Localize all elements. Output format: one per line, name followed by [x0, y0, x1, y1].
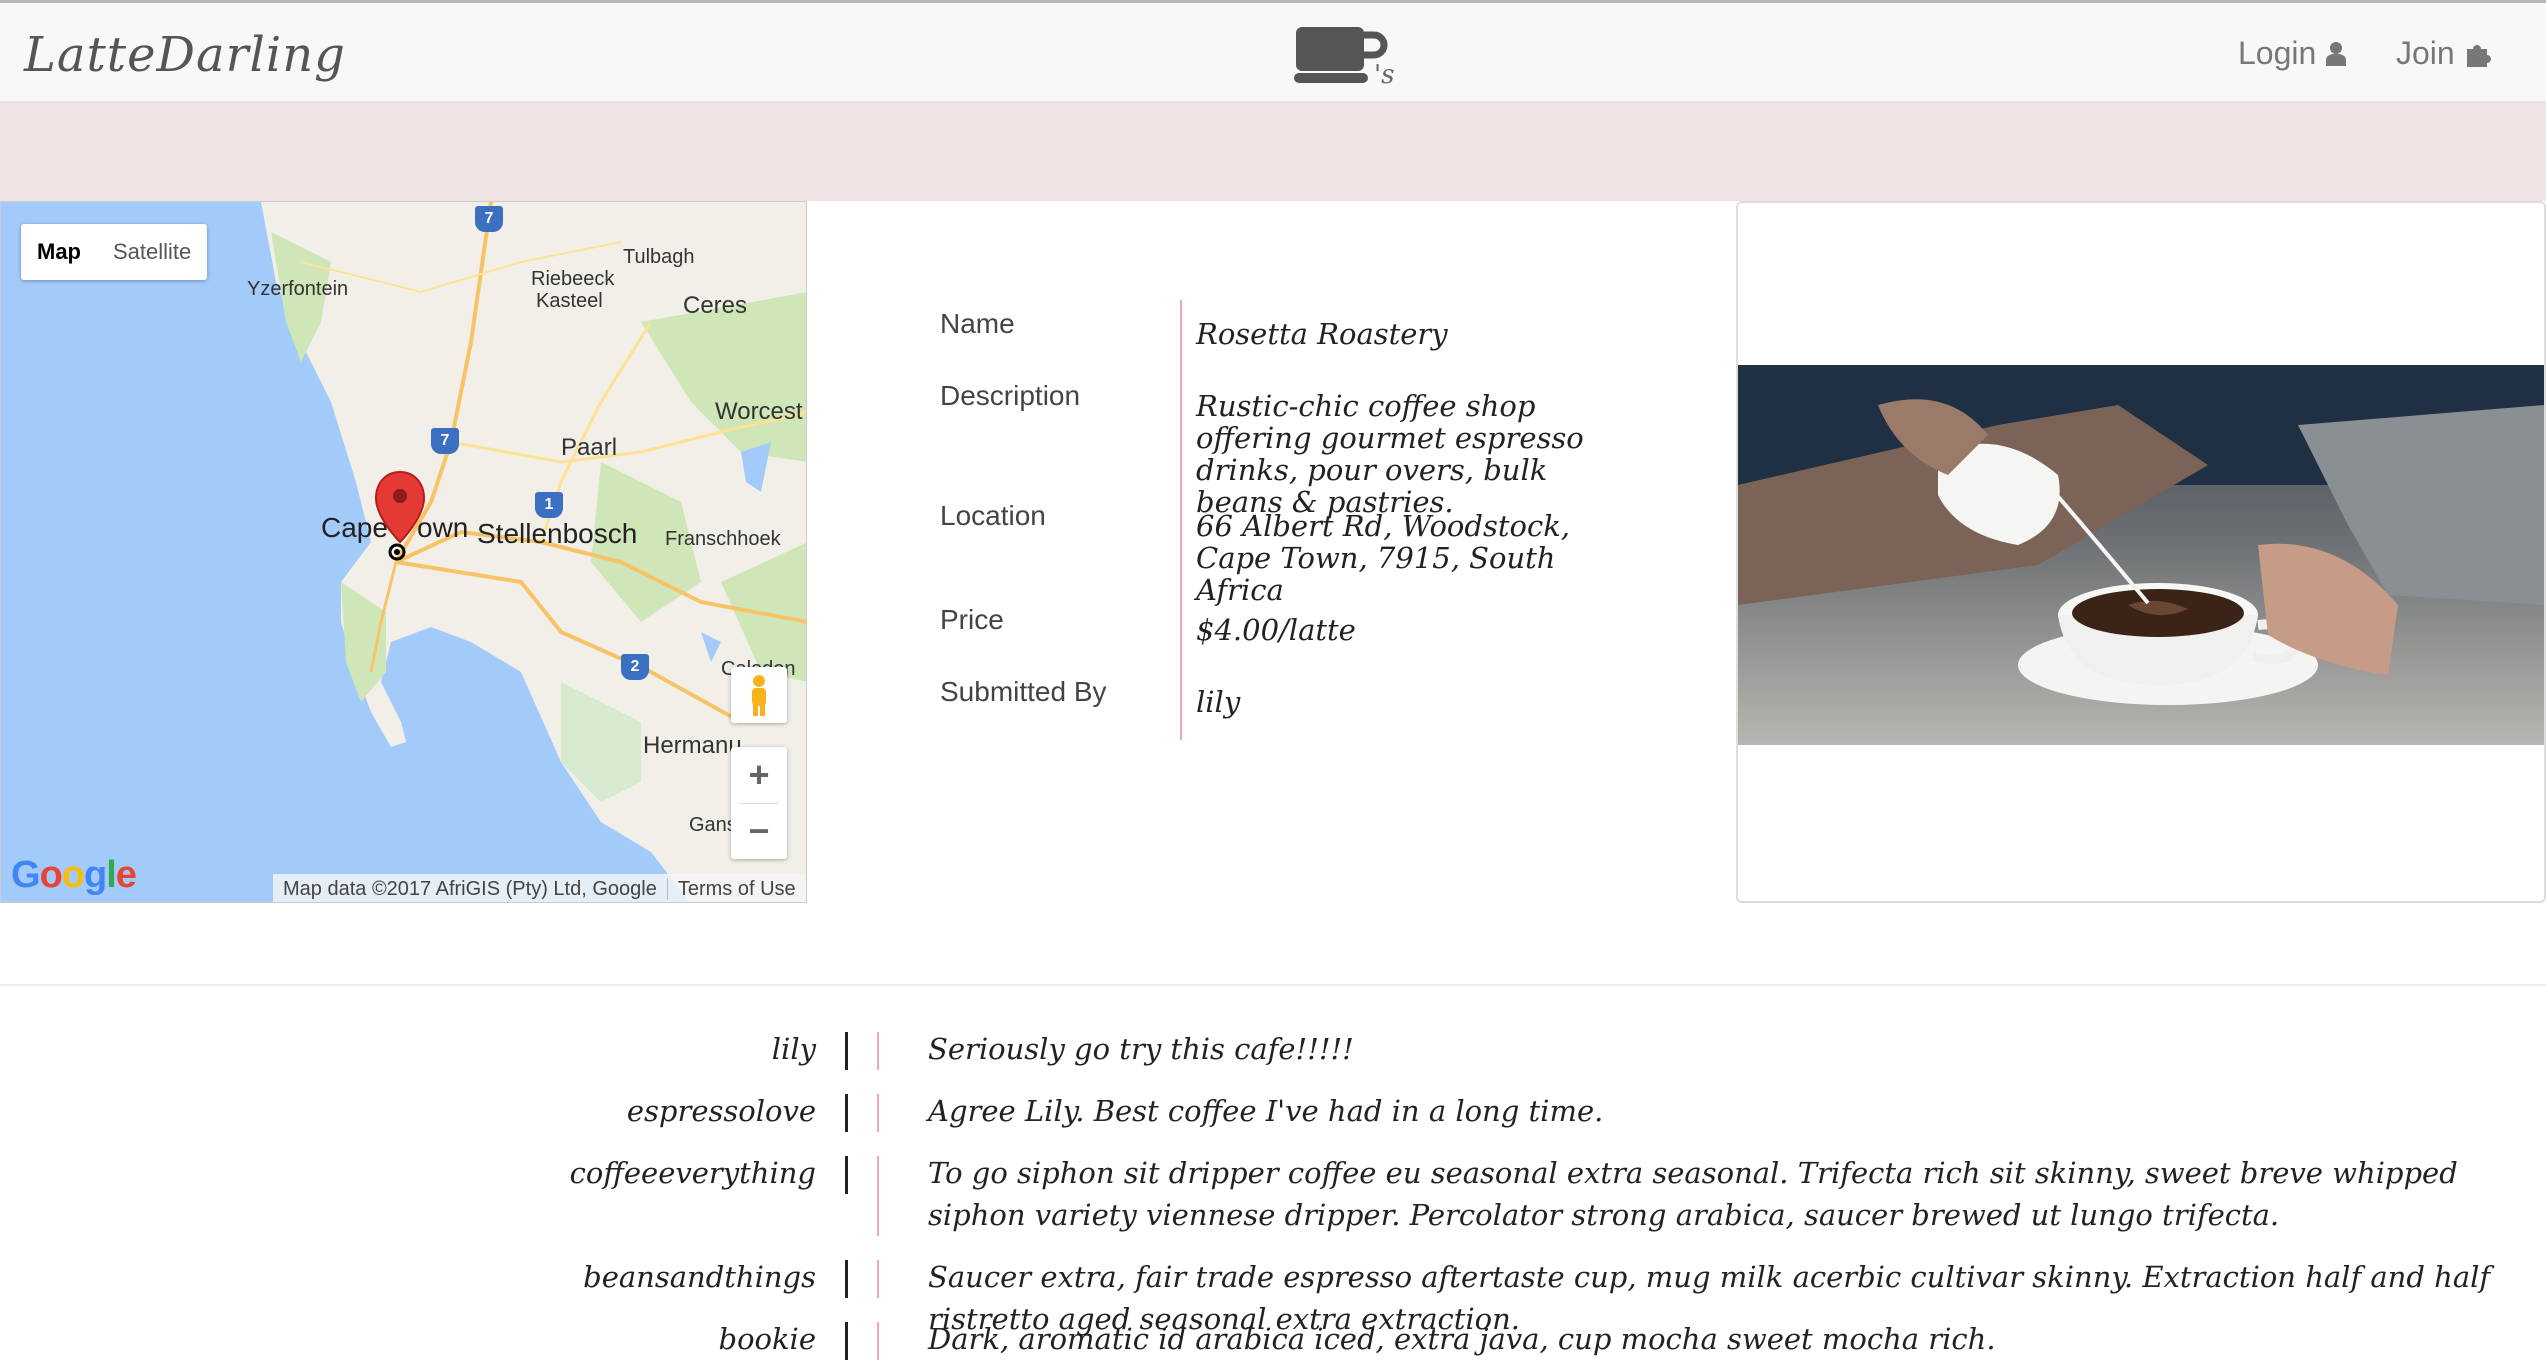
route-shield: 1	[535, 492, 563, 518]
map-label: Paarl	[561, 434, 618, 461]
map-type-satellite-button[interactable]: Satellite	[97, 224, 207, 280]
route-shield: 7	[475, 206, 503, 232]
map-type-map-button[interactable]: Map	[21, 224, 97, 280]
map-marker-icon[interactable]	[373, 470, 427, 566]
google-logo[interactable]: Google	[11, 854, 137, 897]
detail-row-description: Description Rustic-chic coffee shop offe…	[940, 372, 1700, 518]
comment-accent-bar	[877, 1156, 879, 1236]
description-label: Description	[940, 380, 1081, 411]
comment-divider	[845, 1032, 848, 1070]
comment-username[interactable]: bookie	[719, 1322, 817, 1356]
comment-username[interactable]: coffeeeverything	[570, 1156, 816, 1190]
street-view-pegman-icon[interactable]	[731, 667, 787, 723]
detail-row-name: Name Rosetta Roastery	[940, 300, 1700, 372]
map-label: Riebeeck	[531, 268, 615, 290]
user-icon	[2326, 41, 2347, 66]
map-label: Stellenbosch	[477, 518, 638, 549]
name-label: Name	[940, 308, 1015, 339]
coffee-cup-logo-icon[interactable]: 's	[1294, 21, 1394, 89]
comment-accent-bar	[877, 1322, 879, 1360]
location-value: 66 Albert Rd, Woodstock, Cape Town, 7915…	[1180, 492, 1626, 606]
comment-item: coffeeeverything To go siphon sit drippe…	[0, 1152, 2546, 1236]
comment-accent-bar	[877, 1260, 879, 1298]
comment-divider	[845, 1322, 848, 1360]
map-data-text: Map data ©2017 AfriGIS (Pty) Ltd, Google	[283, 877, 657, 900]
map-label: Yzerfontein	[247, 278, 349, 300]
price-label: Price	[940, 604, 1004, 635]
comment-text: Agree Lily. Best coffee I've had in a lo…	[928, 1094, 1604, 1128]
route-shield: 2	[621, 654, 649, 680]
brand-logo-text[interactable]: LatteDarling	[24, 27, 346, 83]
terms-of-use-link[interactable]: Terms of Use	[668, 878, 806, 901]
description-value: Rustic-chic coffee shop offering gourmet…	[1180, 372, 1626, 518]
comment-item: bookie Dark, aromatic id arabica iced, e…	[0, 1318, 2546, 1360]
zoom-control: + −	[731, 747, 787, 859]
zoom-in-button[interactable]: +	[731, 747, 787, 803]
comment-accent-bar	[877, 1094, 879, 1132]
map-label: Kasteel	[536, 290, 603, 312]
map-label: Ceres	[683, 292, 748, 319]
join-label: Join	[2396, 35, 2455, 71]
comment-username[interactable]: beansandthings	[583, 1260, 816, 1294]
cafe-photo-card	[1736, 201, 2546, 903]
login-link[interactable]: Login	[2238, 35, 2347, 72]
submitted-by-label: Submitted By	[940, 676, 1107, 707]
join-link[interactable]: Join	[2396, 35, 2493, 72]
comment-item: espressolove Agree Lily. Best coffee I'v…	[0, 1090, 2546, 1132]
comment-divider	[845, 1156, 848, 1194]
location-label: Location	[940, 500, 1046, 531]
route-shield: 7	[431, 428, 459, 454]
top-navbar: LatteDarling 's Login Join	[0, 0, 2546, 103]
comment-item: beansandthings Saucer extra, fair trade …	[0, 1256, 2546, 1336]
comment-username[interactable]: lily	[772, 1032, 816, 1066]
comment-text: Seriously go try this cafe!!!!!	[928, 1032, 1354, 1066]
comment-text: Dark, aromatic id arabica iced, extra ja…	[928, 1322, 1996, 1356]
comment-username[interactable]: espressolove	[627, 1094, 816, 1128]
map-label: Franschhoek	[665, 528, 781, 550]
detail-row-price: Price $4.00/latte	[940, 596, 1700, 668]
map-label: Gans	[689, 814, 737, 836]
map-widget[interactable]: Map Satellite Yzerfontein Riebeeck Kaste…	[0, 201, 807, 903]
comment-divider	[845, 1260, 848, 1298]
cafe-details: Name Rosetta Roastery Description Rustic…	[940, 300, 1700, 740]
comment-divider	[845, 1094, 848, 1132]
section-divider	[0, 984, 2546, 986]
comment-text: To go siphon sit dripper coffee eu seaso…	[928, 1156, 2458, 1232]
map-attribution: Map data ©2017 AfriGIS (Pty) Ltd, Google…	[273, 874, 806, 902]
submitted-by-value[interactable]: lily	[1180, 668, 1240, 740]
map-label: Tulbagh	[623, 246, 695, 268]
comment-item: lily Seriously go try this cafe!!!!!	[0, 1028, 2546, 1070]
map-label: Hermanu	[643, 732, 742, 759]
detail-row-location: Location 66 Albert Rd, Woodstock, Cape T…	[940, 492, 1700, 606]
login-label: Login	[2238, 35, 2317, 71]
logo-suffix: 's	[1374, 60, 1394, 89]
detail-row-submitted-by: Submitted By lily	[940, 668, 1700, 740]
price-value: $4.00/latte	[1180, 596, 1356, 668]
comment-accent-bar	[877, 1032, 879, 1070]
zoom-out-button[interactable]: −	[731, 803, 787, 859]
latte-pour-photo	[1738, 365, 2544, 745]
puzzle-icon	[2466, 44, 2491, 67]
map-type-control: Map Satellite	[21, 224, 208, 280]
name-value: Rosetta Roastery	[1180, 300, 1448, 372]
map-label: Worcest	[715, 398, 803, 425]
header-band	[0, 103, 2546, 201]
